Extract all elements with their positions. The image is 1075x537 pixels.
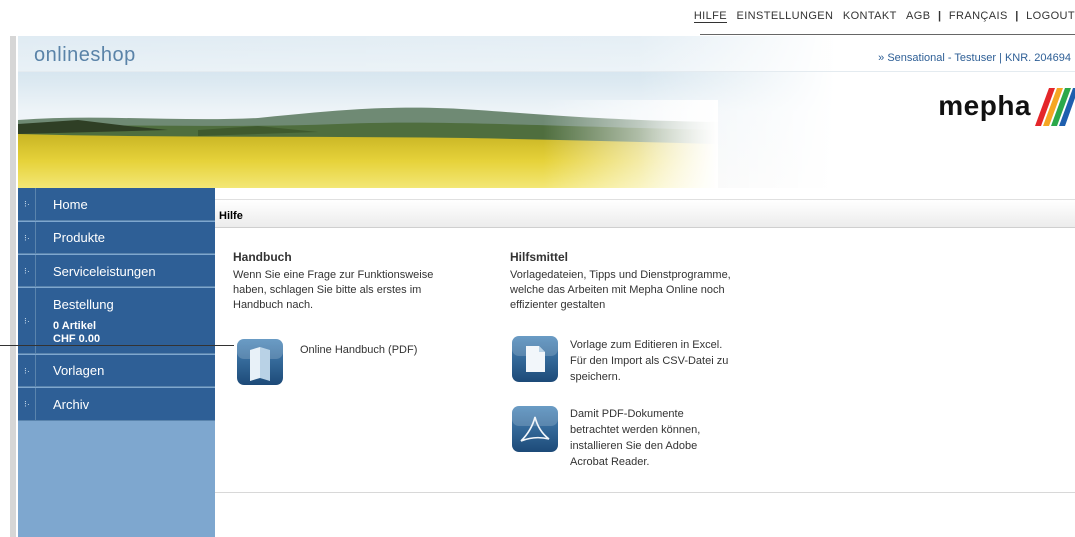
sidebar-item-label: Produkte — [53, 230, 106, 245]
logo-text: mepha — [938, 90, 1031, 121]
cart-total: CHF 0.00 — [53, 333, 101, 345]
nav-link-agb[interactable]: AGB — [906, 10, 930, 22]
sidebar-item-label: Serviceleistungen — [53, 264, 156, 279]
nav-link-kontakt[interactable]: KONTAKT — [843, 10, 897, 22]
handbuch-text-line: Handbuch nach. — [233, 299, 314, 311]
sidebar: ⁝· Home ⁝· Produkte ⁝· Serviceleistungen… — [18, 188, 215, 537]
acrobat-text-line[interactable]: installieren Sie den Adobe — [570, 439, 697, 454]
excel-template-icon[interactable] — [511, 335, 559, 383]
hilfsmittel-text-line: effizienter gestalten — [510, 299, 606, 311]
header-banner: onlineshop » Sensational - Testuser | KN… — [18, 36, 1075, 188]
breadcrumb-bar: Hilfe — [215, 199, 1075, 228]
acrobat-text-line[interactable]: betrachtet werden können, — [570, 423, 700, 438]
landscape-banner-image — [18, 100, 718, 188]
acrobat-reader-icon[interactable] — [511, 405, 559, 453]
brand-name: onlineshop — [34, 44, 136, 66]
content-divider — [215, 492, 1075, 493]
sidebar-item-home[interactable]: ⁝· Home — [18, 188, 215, 221]
sidebar-item-produkte[interactable]: ⁝· Produkte — [18, 222, 215, 254]
bullet-icon: ⁝· — [18, 355, 36, 386]
nav-separator: | — [1015, 10, 1019, 22]
annotation-pointer-line — [0, 345, 234, 346]
bullet-icon: ⁝· — [18, 255, 36, 286]
acrobat-text-line[interactable]: Damit PDF-Dokumente — [570, 407, 684, 422]
sidebar-item-label: Vorlagen — [53, 363, 105, 378]
sidebar-item-vorlagen[interactable]: ⁝· Vorlagen — [18, 355, 215, 387]
top-nav-underline — [700, 34, 1075, 35]
top-navigation: HILFE EINSTELLUNGEN KONTAKT AGB | FRANÇA… — [0, 0, 1075, 36]
nav-link-einstellungen[interactable]: EINSTELLUNGEN — [736, 10, 833, 22]
bullet-icon: ⁝· — [18, 188, 36, 220]
page-margin-bar — [10, 36, 16, 537]
hilfsmittel-text-line: welche das Arbeiten mit Mepha Online noc… — [510, 284, 725, 296]
mepha-logo-icon — [1035, 88, 1075, 126]
handbuch-text-line: Wenn Sie eine Frage zur Funktionsweise — [233, 269, 434, 281]
handbuch-text-line: haben, schlagen Sie bitte als erstes im — [233, 284, 422, 296]
top-nav-links: HILFE EINSTELLUNGEN KONTAKT AGB | FRANÇA… — [693, 10, 1075, 23]
bullet-icon: ⁝· — [18, 288, 36, 353]
bullet-icon: ⁝· — [18, 222, 36, 253]
bullet-icon: ⁝· — [18, 388, 36, 420]
acrobat-text-line[interactable]: Acrobat Reader. — [570, 455, 650, 470]
excel-template-text-line[interactable]: Für den Import als CSV-Datei zu — [570, 354, 728, 369]
page-margin — [0, 0, 16, 537]
sidebar-item-label: Bestellung — [53, 297, 114, 312]
online-handbuch-link[interactable]: Online Handbuch (PDF) — [300, 343, 417, 358]
nav-separator: | — [937, 10, 942, 22]
sidebar-item-label: Home — [53, 197, 88, 212]
nav-link-logout[interactable]: LOGOUT — [1026, 10, 1075, 22]
excel-template-text-line[interactable]: speichern. — [570, 370, 621, 385]
sidebar-item-serviceleistungen[interactable]: ⁝· Serviceleistungen — [18, 255, 215, 287]
handbuch-title: Handbuch — [233, 250, 292, 264]
page: HILFE EINSTELLUNGEN KONTAKT AGB | FRANÇA… — [0, 0, 1075, 537]
sidebar-item-archiv[interactable]: ⁝· Archiv — [18, 388, 215, 421]
hilfsmittel-title: Hilfsmittel — [510, 250, 569, 264]
user-info[interactable]: » Sensational - Testuser | KNR. 204694 — [878, 52, 1071, 64]
breadcrumb: Hilfe — [219, 210, 243, 222]
excel-template-text-line[interactable]: Vorlage zum Editieren in Excel. — [570, 338, 722, 353]
hilfsmittel-text-line: Vorlagedateien, Tipps und Dienstprogramm… — [510, 269, 731, 281]
nav-link-francais[interactable]: FRANÇAIS — [949, 10, 1008, 22]
sidebar-item-label: Archiv — [53, 397, 90, 412]
nav-link-hilfe[interactable]: HILFE — [693, 10, 727, 23]
manual-book-icon[interactable] — [236, 338, 284, 386]
cart-article-count: 0 Artikel — [53, 320, 97, 332]
